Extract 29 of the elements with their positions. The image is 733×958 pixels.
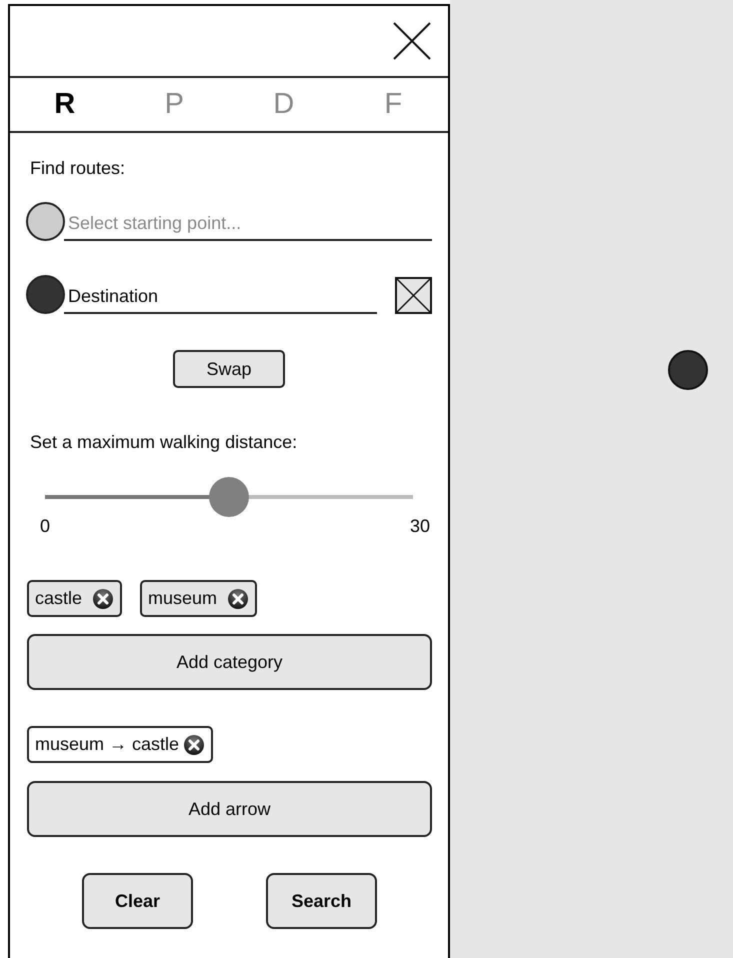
remove-icon[interactable] — [183, 734, 206, 756]
action-button[interactable]: Clear — [82, 873, 193, 929]
tag-chip[interactable]: museum — [140, 580, 258, 617]
tag-label: castle — [35, 587, 84, 610]
slider-max-label: 30 — [410, 515, 430, 538]
slider-min-label: 0 — [40, 515, 50, 538]
slider-thumb[interactable] — [209, 477, 249, 517]
tab[interactable]: D — [229, 82, 338, 126]
clear-icon[interactable] — [395, 277, 432, 314]
map-marker[interactable] — [668, 350, 708, 390]
remove-icon[interactable] — [92, 588, 114, 610]
swap-button[interactable]: Swap — [173, 350, 285, 388]
close-icon[interactable] — [392, 21, 432, 61]
distance-slider[interactable] — [45, 477, 413, 517]
remove-icon[interactable] — [227, 588, 250, 610]
distance-label: Set a maximum walking distance: — [29, 431, 298, 454]
tab[interactable]: F — [338, 82, 448, 126]
tag-chip[interactable]: castle — [27, 580, 122, 617]
add-arrow-button[interactable]: Add arrow — [27, 781, 432, 837]
action-button[interactable]: Search — [266, 873, 377, 929]
start-field[interactable]: Select starting point... — [64, 207, 432, 241]
arrow-chip[interactable]: museum → castle — [27, 726, 214, 763]
tab[interactable]: R — [10, 82, 120, 126]
tab[interactable]: P — [120, 82, 229, 126]
add-category-button[interactable]: Add category — [27, 634, 432, 690]
section-heading: Find routes: — [29, 157, 126, 180]
arrow-label: museum → castle — [35, 733, 180, 756]
destination-field[interactable]: Destination — [64, 280, 377, 314]
tag-label: museum — [148, 587, 218, 610]
